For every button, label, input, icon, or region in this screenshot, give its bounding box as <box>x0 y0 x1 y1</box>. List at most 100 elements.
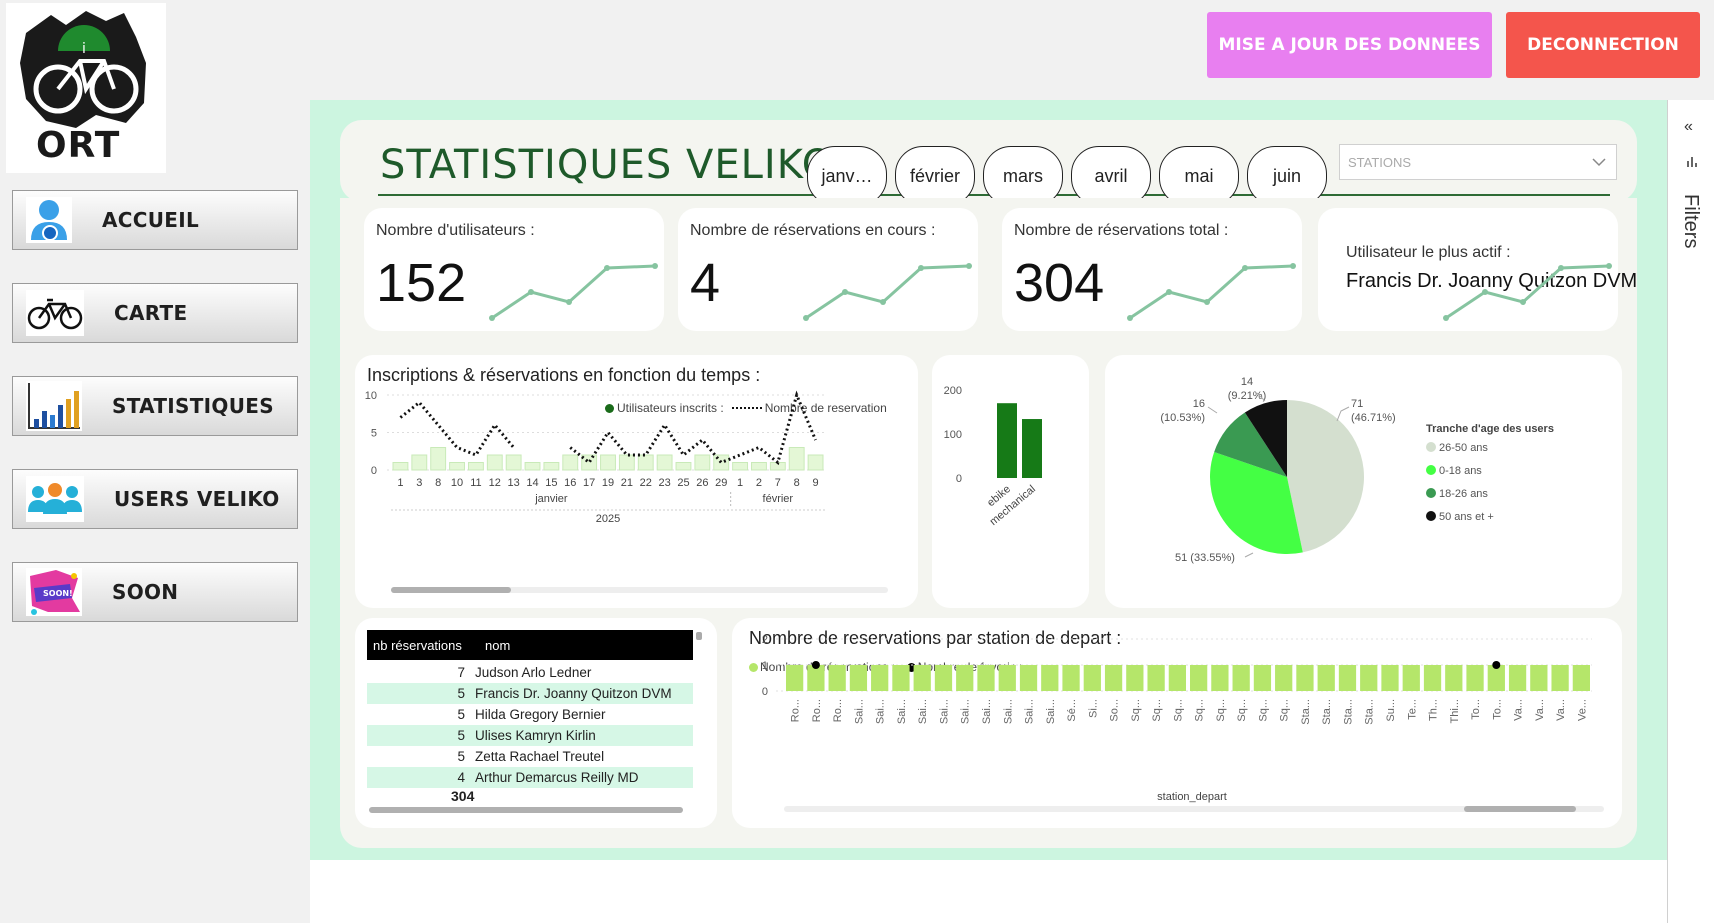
x-tick-label: Sq... <box>1257 699 1269 722</box>
update-data-button[interactable]: MISE A JOUR DES DONNEES <box>1207 12 1492 78</box>
time-chart-card: Inscriptions & réservations en fonction … <box>355 355 918 608</box>
svg-text:i: i <box>82 41 86 57</box>
month-mars-button[interactable]: mars <box>983 146 1063 206</box>
station-bar <box>1530 665 1548 691</box>
column-header[interactable]: nom <box>485 638 510 653</box>
month-label: mai <box>1184 165 1214 186</box>
pie-legend-dot-icon <box>1426 465 1436 475</box>
month-label: janv… <box>821 165 873 186</box>
table-scroll-indicator[interactable] <box>696 632 702 640</box>
column-header[interactable]: nb réservations <box>373 638 462 653</box>
nav-soon-button[interactable]: SOON! SOON <box>12 562 298 622</box>
pie-legend-dot-icon <box>1426 442 1436 452</box>
x-tick-label: 14 <box>526 477 538 489</box>
x-tick-label: Th... <box>1428 699 1440 721</box>
pie-legend-dot-icon <box>1426 511 1436 521</box>
nav-statistiques-label: STATISTIQUES <box>112 394 274 418</box>
nav-carte-button[interactable]: CARTE <box>12 283 298 343</box>
kpi-panel: Nombre d'utilisateurs : 152 Nombre de ré… <box>340 198 1637 350</box>
x-tick-label: 26 <box>696 477 708 489</box>
y-tick-label: 0 <box>762 686 768 698</box>
y-tick-label: 10 <box>365 390 377 402</box>
table-row[interactable]: 5 Francis Dr. Joanny Quitzon DVM <box>367 683 693 704</box>
chart-scrollbar-thumb[interactable] <box>1464 806 1576 812</box>
month-fevrier-button[interactable]: février <box>895 146 975 206</box>
table-row[interactable]: 7 Judson Arlo Ledner <box>367 662 693 683</box>
signup-bar <box>392 462 409 471</box>
signup-bar <box>467 462 484 471</box>
x-tick-label: Su... <box>1385 699 1397 722</box>
month-avril-button[interactable]: avril <box>1071 146 1151 206</box>
collapse-chevrons-icon[interactable]: « <box>1684 118 1693 136</box>
signup-bar <box>656 454 673 471</box>
page-title: STATISTIQUES VELIKO : <box>380 142 863 188</box>
header-panel: STATISTIQUES VELIKO : janv… février mars… <box>340 120 1637 206</box>
x-tick-label: Sai... <box>1045 699 1057 724</box>
month-juin-button[interactable]: juin <box>1247 146 1327 206</box>
cell-count: 5 <box>457 749 465 764</box>
x-tick-label: 1 <box>397 477 403 489</box>
time-chart-svg: 10501 3 8 10 11 12 13 14 15 16 17 19 21 22 23 25 26 29 1 2 7… <box>365 390 825 525</box>
filters-pane[interactable]: « Filters <box>1667 100 1714 923</box>
x-tick-label: Sai... <box>896 699 908 724</box>
chart-scrollbar-thumb[interactable] <box>391 587 511 593</box>
nav-accueil-button[interactable]: ACCUEIL <box>12 190 298 250</box>
x-tick-label: 11 <box>470 477 481 489</box>
month-label: janvier <box>534 493 568 505</box>
signup-bar <box>600 454 616 471</box>
station-bar <box>1360 665 1378 691</box>
month-label: mars <box>1003 165 1043 186</box>
x-tick-label: 21 <box>621 477 633 489</box>
age-pie-svg: 71(46.71%)51 (33.55%)16(10.53%)14(9.21%)… <box>1160 376 1554 564</box>
station-bar <box>1232 665 1250 691</box>
x-tick-label: 9 <box>813 477 819 489</box>
station-bar <box>1466 665 1484 691</box>
table-row[interactable]: 5 Ulises Kamryn Kirlin <box>367 725 693 746</box>
station-bar <box>828 665 846 691</box>
x-tick-label: Va... <box>1513 699 1525 721</box>
table-row[interactable]: 5 Zetta Rachael Treutel <box>367 746 693 767</box>
table-scrollbar-thumb[interactable] <box>369 807 683 813</box>
nav-users-veliko-button[interactable]: USERS VELIKO <box>12 469 298 529</box>
cell-name: Judson Arlo Ledner <box>475 665 592 680</box>
x-tick-label: Ro... <box>811 699 823 722</box>
x-tick-label: Sq... <box>1236 699 1248 722</box>
chart-scrollbar-track[interactable] <box>784 806 1604 812</box>
table-row[interactable]: 5 Hilda Gregory Bernier <box>367 704 693 725</box>
x-tick-label: 19 <box>602 477 614 489</box>
station-bar <box>1445 665 1463 691</box>
signup-bar <box>524 462 541 471</box>
table-row[interactable]: 4 Arthur Demarcus Reilly MD <box>367 767 693 788</box>
kpi-card-current-reservations: Nombre de réservations en cours : 4 <box>678 208 978 331</box>
station-bar <box>1190 665 1208 691</box>
y-tick-label: 0 <box>956 473 962 485</box>
station-bar <box>1402 665 1420 691</box>
table-header: nb réservations nom <box>367 630 693 660</box>
x-tick-label: Sai... <box>960 699 972 724</box>
cell-count: 5 <box>457 728 465 743</box>
pie-legend-label: 26-50 ans <box>1439 442 1488 454</box>
station-bar <box>1338 665 1357 691</box>
y-tick-label: 100 <box>944 429 962 441</box>
pie-data-label: 14 <box>1241 376 1253 388</box>
kpi-card-total-reservations: Nombre de réservations total : 304 <box>1002 208 1302 331</box>
x-tick-label: So... <box>1109 699 1121 722</box>
station-bar <box>871 665 889 691</box>
soon-badge-text: SOON! <box>43 589 73 598</box>
bike-type-chart-card: 200 100 0 ebike mechanical <box>932 355 1089 608</box>
y-tick-label: 0 <box>371 465 377 477</box>
stations-dropdown[interactable]: STATIONS <box>1339 144 1617 180</box>
chart-scrollbar-track[interactable] <box>391 587 888 593</box>
nav-statistiques-button[interactable]: STATISTIQUES <box>12 376 298 436</box>
pie-data-label: (46.71%) <box>1351 412 1396 424</box>
station-bar <box>1508 665 1527 691</box>
month-janvier-button[interactable]: janv… <box>807 146 887 206</box>
logout-button[interactable]: DECONNECTION <box>1506 12 1700 78</box>
kpi-sparkline <box>489 263 658 321</box>
station-bar <box>849 665 868 691</box>
x-tick-label: Sai... <box>875 699 887 724</box>
update-data-label: MISE A JOUR DES DONNEES <box>1218 35 1481 55</box>
month-mai-button[interactable]: mai <box>1159 146 1239 206</box>
station-bar <box>1551 665 1569 691</box>
x-tick-label: Sq... <box>1130 699 1142 722</box>
